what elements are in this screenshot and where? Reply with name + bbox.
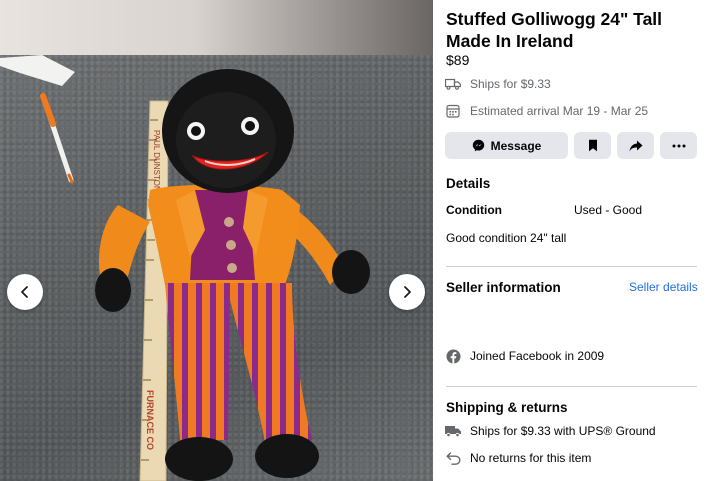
listing-photo: PAUL DUNSTON FURNACE CO xyxy=(0,55,370,481)
previous-photo-button[interactable] xyxy=(7,274,43,310)
share-button[interactable] xyxy=(617,132,654,159)
marker-pen xyxy=(40,93,74,184)
next-photo-button[interactable] xyxy=(389,274,425,310)
bookmark-icon xyxy=(588,139,597,152)
arrival-row: Estimated arrival Mar 19 - Mar 25 xyxy=(445,104,648,118)
doll-right-foot xyxy=(255,434,319,478)
paper-corner xyxy=(0,55,75,86)
truck-icon xyxy=(445,424,461,438)
more-options-button[interactable] xyxy=(660,132,697,159)
doll-left-leg xyxy=(165,283,230,440)
chevron-left-icon xyxy=(21,286,28,298)
item-description: Good condition 24" tall xyxy=(446,231,567,245)
doll-left-hand xyxy=(95,268,131,312)
returns-row: No returns for this item xyxy=(445,451,591,465)
section-divider xyxy=(446,386,697,387)
save-button[interactable] xyxy=(574,132,611,159)
return-icon xyxy=(445,451,461,465)
ships-for-text: Ships for $9.33 xyxy=(470,77,551,91)
ups-shipping-text: Ships for $9.33 with UPS® Ground xyxy=(470,424,656,438)
calendar-icon xyxy=(445,104,461,118)
doll-face xyxy=(176,92,276,188)
condition-value: Used - Good xyxy=(574,203,643,217)
message-button-label: Message xyxy=(490,138,542,153)
listing-details-panel: Stuffed Golliwogg 24" Tall Made In Irela… xyxy=(433,0,709,481)
seller-heading: Seller information xyxy=(446,280,561,295)
details-heading: Details xyxy=(446,176,491,191)
action-buttons: Message xyxy=(445,132,697,159)
condition-label: Condition xyxy=(446,203,502,217)
estimated-arrival-text: Estimated arrival Mar 19 - Mar 25 xyxy=(470,104,649,118)
joined-facebook-text: Joined Facebook in 2009 xyxy=(470,349,605,363)
more-icon xyxy=(672,144,685,147)
no-returns-text: No returns for this item xyxy=(470,451,592,465)
listing-title: Stuffed Golliwogg 24" Tall Made In Irela… xyxy=(446,9,663,51)
chevron-right-icon xyxy=(404,286,411,298)
facebook-icon xyxy=(445,349,461,364)
share-icon xyxy=(629,140,642,151)
listing-price: $89 xyxy=(446,52,470,68)
ruler-brand-text: PAUL DUNSTON xyxy=(152,130,161,192)
message-button[interactable]: Message xyxy=(445,132,568,159)
golliwog-doll xyxy=(95,69,370,481)
ruler-furnace-text: FURNACE CO xyxy=(145,390,155,450)
doll-right-hand xyxy=(332,250,370,294)
joined-row: Joined Facebook in 2009 xyxy=(445,349,605,364)
truck-icon xyxy=(445,77,461,91)
shipping-cost-row: Ships for $9.33 xyxy=(445,77,551,91)
section-divider xyxy=(446,266,697,267)
photo-viewer: PAUL DUNSTON FURNACE CO xyxy=(0,0,433,481)
messenger-icon xyxy=(472,139,484,152)
shipping-method-row: Ships for $9.33 with UPS® Ground xyxy=(445,424,656,438)
shipping-returns-heading: Shipping & returns xyxy=(446,400,568,415)
doll-left-foot xyxy=(165,437,233,481)
doll-right-leg xyxy=(230,283,312,442)
wooden-ruler: PAUL DUNSTON FURNACE CO xyxy=(139,100,169,481)
seller-details-link[interactable]: Seller details xyxy=(629,280,698,294)
